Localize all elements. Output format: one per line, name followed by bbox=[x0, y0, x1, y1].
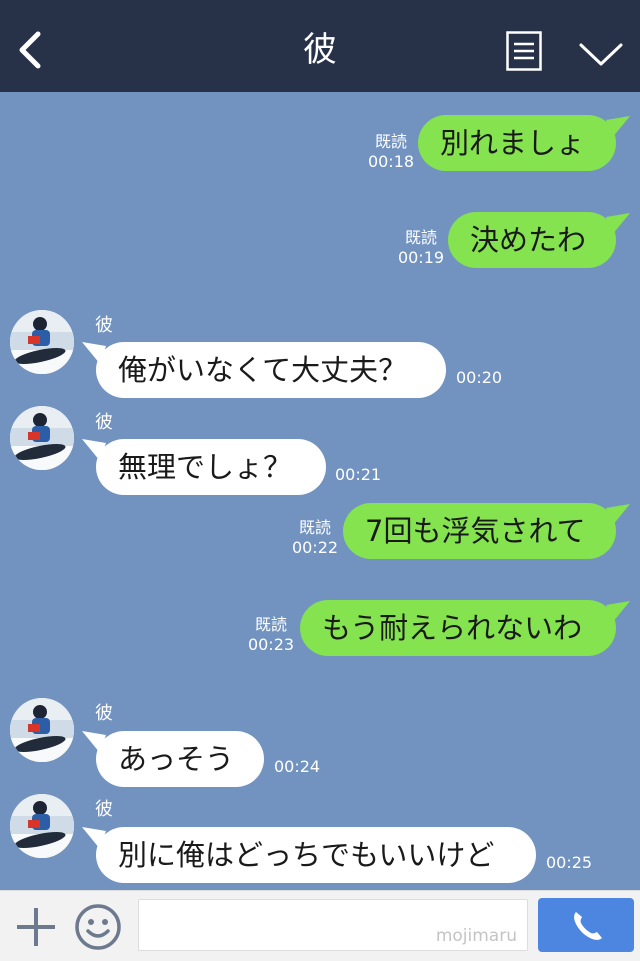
bubble-tail bbox=[606, 504, 630, 526]
chat-header: 彼 bbox=[0, 0, 640, 92]
snowboarder-avatar-icon bbox=[10, 310, 74, 374]
sender-name: 彼 bbox=[95, 799, 113, 820]
bubble-tail bbox=[606, 213, 630, 235]
sender-name: 彼 bbox=[95, 315, 113, 336]
message-list[interactable]: 既読 00:18 別れましょ 既読 00:19 決めたわ 彼 俺がいなくて大丈夫？ … bbox=[0, 92, 640, 890]
call-button[interactable] bbox=[538, 898, 634, 952]
message-bubble-outgoing[interactable]: 7回も浮気されて bbox=[343, 503, 616, 559]
avatar[interactable] bbox=[10, 406, 74, 470]
avatar[interactable] bbox=[10, 794, 74, 858]
read-receipt: 既読 00:18 bbox=[367, 132, 415, 171]
chat-title: 彼 bbox=[303, 30, 337, 70]
phone-icon bbox=[574, 912, 602, 940]
message-bubble-outgoing[interactable]: 別れましょ bbox=[418, 115, 616, 171]
avatar[interactable] bbox=[10, 698, 74, 762]
message-bubble-outgoing[interactable]: 決めたわ bbox=[448, 212, 616, 268]
sender-name: 彼 bbox=[95, 703, 113, 724]
read-receipt: 既読 00:23 bbox=[247, 615, 295, 654]
message-input[interactable]: mojimaru bbox=[138, 899, 528, 951]
message-time: 00:21 bbox=[335, 465, 382, 484]
sender-name: 彼 bbox=[95, 412, 113, 433]
smiley-icon[interactable] bbox=[74, 903, 122, 951]
message-bubble-incoming[interactable]: あっそう bbox=[96, 731, 264, 787]
chevron-down-icon[interactable] bbox=[578, 40, 624, 68]
avatar[interactable] bbox=[10, 310, 74, 374]
message-bubble-incoming[interactable]: 俺がいなくて大丈夫？ bbox=[96, 342, 446, 398]
read-receipt: 既読 00:19 bbox=[397, 228, 445, 267]
message-time: 00:25 bbox=[546, 853, 593, 872]
input-bar: mojimaru bbox=[0, 890, 640, 961]
message-bubble-outgoing[interactable]: もう耐えられないわ bbox=[300, 600, 616, 656]
message-bubble-incoming[interactable]: 無理でしょ？ bbox=[96, 439, 326, 495]
snowboarder-avatar-icon bbox=[10, 406, 74, 470]
message-bubble-incoming[interactable]: 別に俺はどっちでもいいけど bbox=[96, 827, 536, 883]
snowboarder-avatar-icon bbox=[10, 698, 74, 762]
menu-icon[interactable] bbox=[506, 31, 542, 71]
watermark: mojimaru bbox=[435, 926, 517, 946]
bubble-tail bbox=[606, 601, 630, 623]
bubble-tail bbox=[606, 116, 630, 138]
message-time: 00:24 bbox=[274, 757, 321, 776]
plus-icon[interactable] bbox=[14, 905, 58, 949]
snowboarder-avatar-icon bbox=[10, 794, 74, 858]
read-receipt: 既読 00:22 bbox=[291, 518, 339, 557]
message-time: 00:20 bbox=[456, 368, 503, 387]
